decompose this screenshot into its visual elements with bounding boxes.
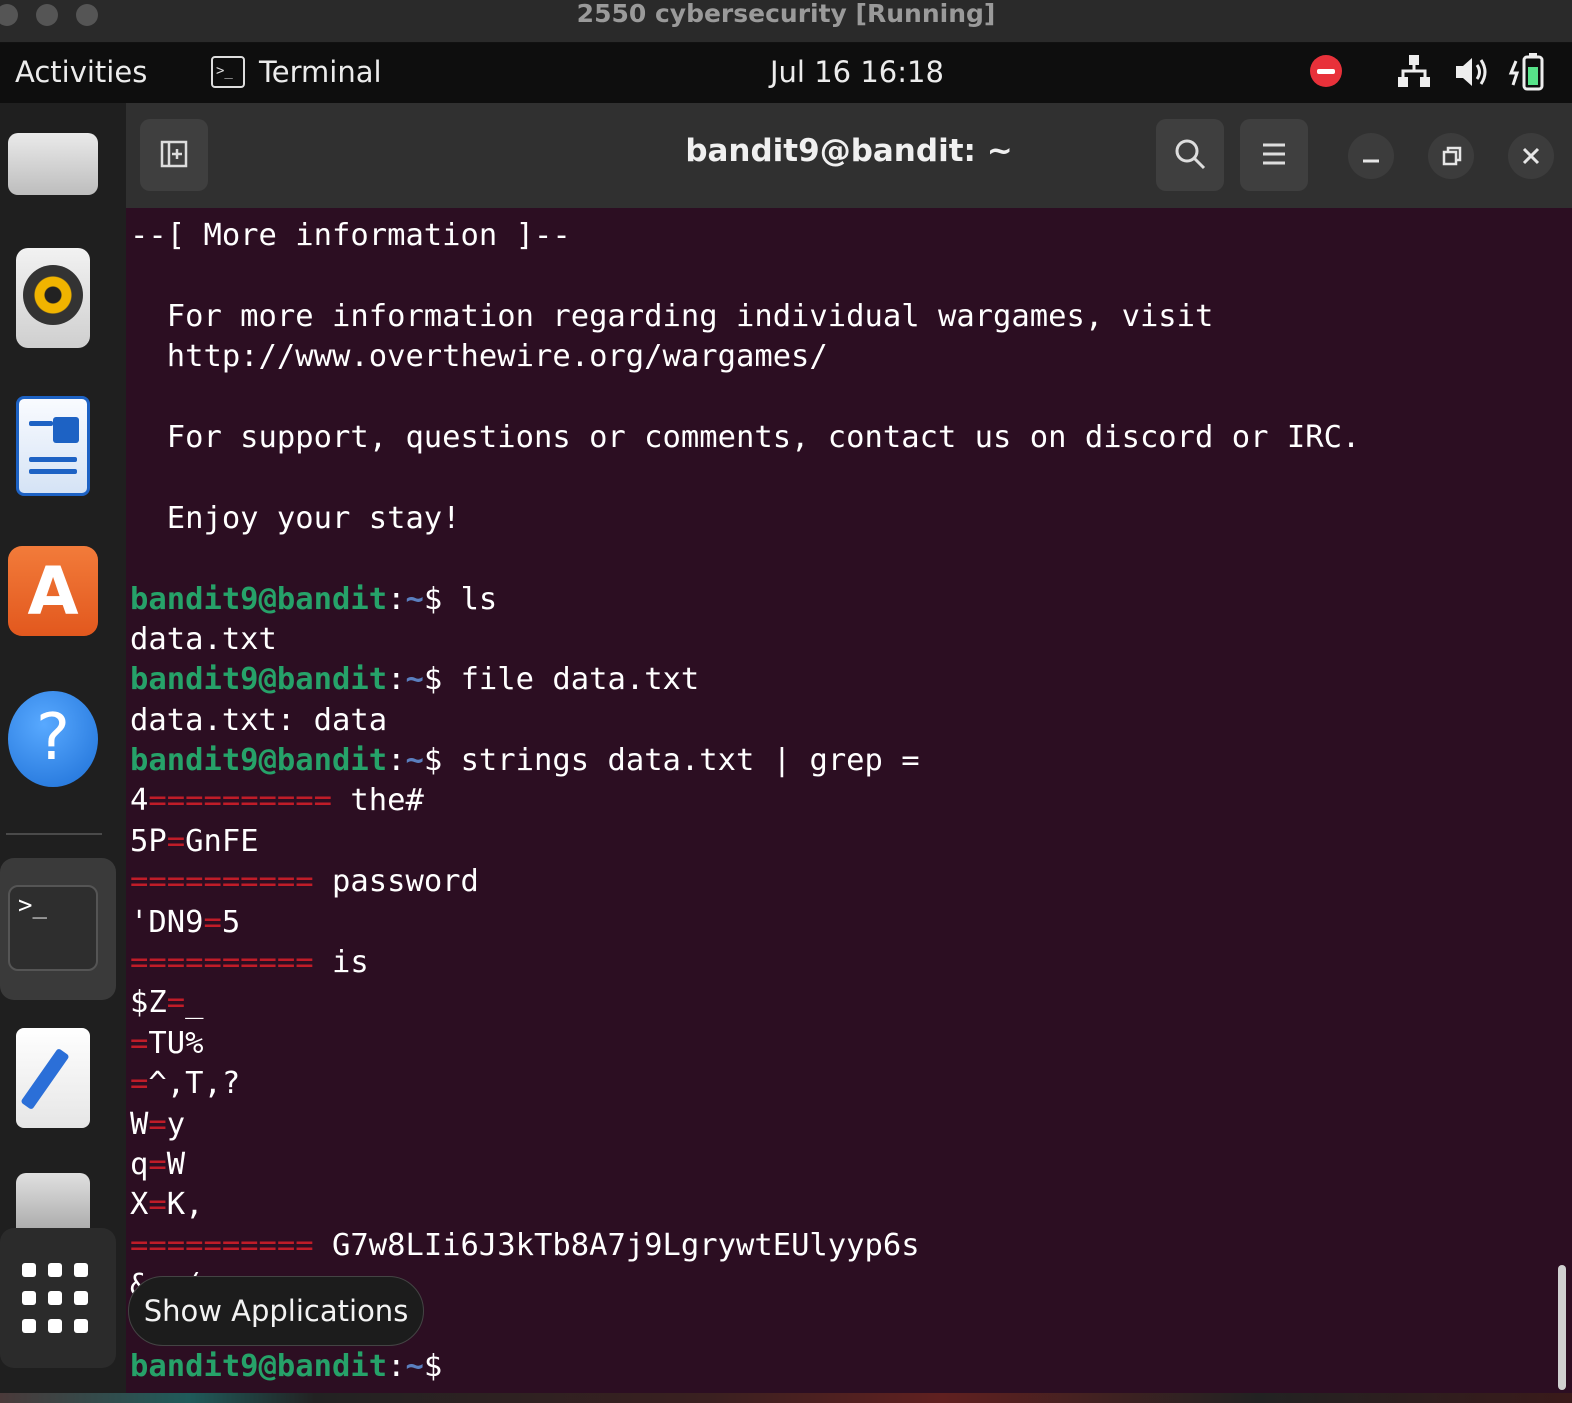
grep-line: $Z=_ xyxy=(130,985,204,1021)
command: strings data.txt | grep = xyxy=(442,743,920,779)
prompt-user: bandit9@bandit xyxy=(130,743,388,779)
grep-line: 4========== the# xyxy=(130,783,424,819)
dock-separator xyxy=(6,833,102,835)
grep-line: 5P=GnFE xyxy=(130,823,259,859)
help-icon[interactable]: ? xyxy=(8,691,98,787)
prompt-separator: : xyxy=(387,743,406,779)
motd-line: Enjoy your stay! xyxy=(130,500,461,536)
files-icon[interactable] xyxy=(8,133,98,195)
prompt-user: bandit9@bandit xyxy=(130,581,388,617)
grep-line: q=W xyxy=(130,1146,186,1182)
minimize-button[interactable] xyxy=(1348,133,1394,179)
prompt-line: bandit9@bandit:~$ file data.txt xyxy=(130,660,1566,700)
prompt-dollar: $ xyxy=(423,743,443,779)
prompt-separator: : xyxy=(387,581,406,617)
grep-line-password: ========== G7w8LIi6J3kTb8A7j9LgrywtEUlyy… xyxy=(130,1227,920,1263)
restore-button[interactable] xyxy=(1428,133,1474,179)
terminal-output[interactable]: --[ More information ]-- For more inform… xyxy=(126,208,1566,1393)
command-output: data.txt xyxy=(130,621,277,657)
prompt-path: ~ xyxy=(405,1348,424,1384)
grep-line: ========== password xyxy=(130,864,479,900)
rhythmbox-icon[interactable] xyxy=(16,248,90,348)
close-button[interactable] xyxy=(1508,133,1554,179)
clock[interactable]: Jul 16 16:18 xyxy=(770,55,944,89)
prompt-line: bandit9@bandit:~$ xyxy=(130,1347,1566,1387)
dock: A ? >_ xyxy=(0,103,126,1393)
search-button[interactable] xyxy=(1156,119,1224,191)
prompt-path: ~ xyxy=(405,581,424,617)
motd-line: For more information regarding individua… xyxy=(130,298,1214,334)
grep-line: 'DN9=5 xyxy=(130,904,241,940)
command: ls xyxy=(442,581,498,617)
activities-button[interactable]: Activities xyxy=(15,55,147,89)
grep-line: W=y xyxy=(130,1106,186,1142)
prompt-dollar: $ xyxy=(423,1348,443,1384)
motd-url: http://www.overthewire.org/wargames/ xyxy=(130,339,828,375)
network-icon[interactable] xyxy=(1396,53,1432,89)
prompt-line: bandit9@bandit:~$ ls xyxy=(130,580,1566,620)
hamburger-menu-button[interactable] xyxy=(1240,119,1308,191)
show-applications-tooltip: Show Applications xyxy=(128,1276,424,1346)
terminal-headerbar: bandit9@bandit: ~ xyxy=(126,103,1572,208)
command-output: data.txt: data xyxy=(130,702,388,738)
app-center-icon[interactable]: A xyxy=(8,546,98,636)
prompt-dollar: $ xyxy=(423,581,443,617)
text-editor-icon[interactable] xyxy=(16,1028,90,1128)
grep-line: ========== is xyxy=(130,945,369,981)
prompt-user: bandit9@bandit xyxy=(130,1348,388,1384)
motd-line: For support, questions or comments, cont… xyxy=(130,419,1361,455)
terminal-icon: >_ xyxy=(211,56,245,88)
desktop-wallpaper-strip xyxy=(0,1393,1572,1403)
terminal-icon[interactable]: >_ xyxy=(8,885,98,971)
prompt-separator: : xyxy=(387,662,406,698)
do-not-disturb-icon[interactable] xyxy=(1310,55,1342,87)
grep-line: X=K, xyxy=(130,1187,204,1223)
prompt-path: ~ xyxy=(405,662,424,698)
terminal-scrollbar[interactable] xyxy=(1558,1265,1566,1390)
grep-line: =TU% xyxy=(130,1025,204,1061)
vm-window-title: 2550 cybersecurity [Running] xyxy=(576,0,996,28)
prompt-path: ~ xyxy=(405,743,424,779)
top-panel: Activities >_ Terminal Jul 16 16:18 xyxy=(0,43,1572,103)
battery-icon[interactable] xyxy=(1508,51,1548,93)
prompt-user: bandit9@bandit xyxy=(130,662,388,698)
app-menu-terminal[interactable]: >_ Terminal xyxy=(211,55,382,89)
motd-heading: --[ More information ]-- xyxy=(130,218,571,253)
app-menu-label: Terminal xyxy=(259,55,382,89)
vm-window-titlebar: 2550 cybersecurity [Running] xyxy=(0,0,1572,43)
show-applications-icon[interactable] xyxy=(22,1263,88,1335)
prompt-line: bandit9@bandit:~$ strings data.txt | gre… xyxy=(130,741,1566,781)
command: file data.txt xyxy=(442,662,700,698)
prompt-separator: : xyxy=(387,1348,406,1384)
libreoffice-writer-icon[interactable] xyxy=(16,396,90,496)
prompt-dollar: $ xyxy=(423,662,443,698)
grep-line: =^,T,? xyxy=(130,1066,241,1102)
disk-icon[interactable] xyxy=(16,1173,90,1233)
volume-icon[interactable] xyxy=(1454,55,1490,89)
